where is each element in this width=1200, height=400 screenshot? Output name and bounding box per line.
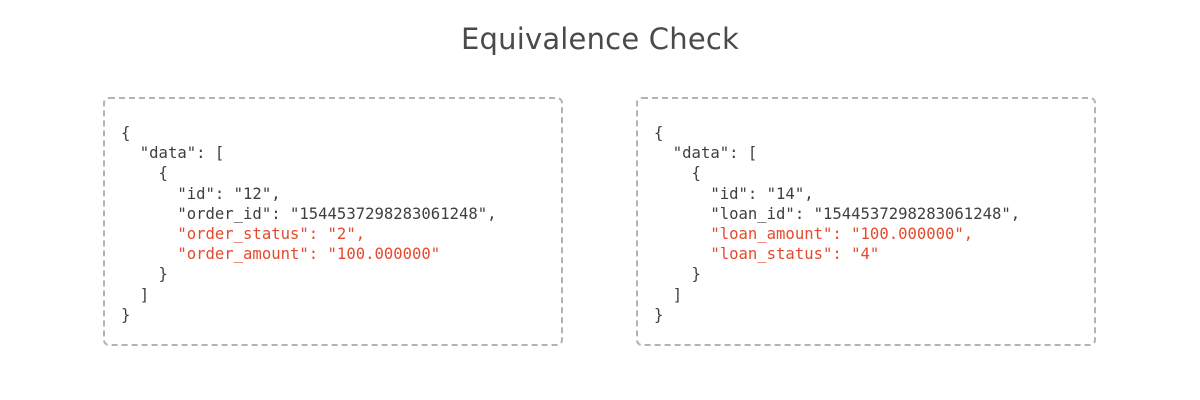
json-panel-right: { "data": [ { "id": "14", "loan_id": "15… xyxy=(636,97,1096,346)
code-line: "data": [ xyxy=(121,144,225,163)
code-line: } xyxy=(121,265,168,284)
code-line: ] xyxy=(654,285,683,304)
code-line-highlighted: "loan_amount": "100.000000", xyxy=(654,224,974,243)
code-line: { xyxy=(654,164,701,183)
code-line: "id": "14", xyxy=(654,184,814,203)
code-line: } xyxy=(654,265,701,284)
code-line-highlighted: "order_status": "2", xyxy=(121,224,366,243)
code-line: { xyxy=(121,164,168,183)
code-line: "data": [ xyxy=(654,144,758,163)
code-line: ] xyxy=(121,285,150,304)
code-line: "loan_id": "1544537298283061248", xyxy=(654,204,1021,223)
code-line: } xyxy=(654,305,664,324)
json-code-block: { "data": [ { "id": "12", "order_id": "1… xyxy=(121,123,497,325)
code-line: { xyxy=(654,124,664,142)
json-code-block: { "data": [ { "id": "14", "loan_id": "15… xyxy=(654,123,1020,325)
code-line: "id": "12", xyxy=(121,184,281,203)
code-line: } xyxy=(121,305,131,324)
diagram-title: Equivalence Check xyxy=(461,22,739,56)
code-line: "order_id": "1544537298283061248", xyxy=(121,204,497,223)
json-panel-left: { "data": [ { "id": "12", "order_id": "1… xyxy=(103,97,563,346)
code-line: { xyxy=(121,124,131,142)
code-line-highlighted: "loan_status": "4" xyxy=(654,245,880,264)
code-line-highlighted: "order_amount": "100.000000" xyxy=(121,245,441,264)
